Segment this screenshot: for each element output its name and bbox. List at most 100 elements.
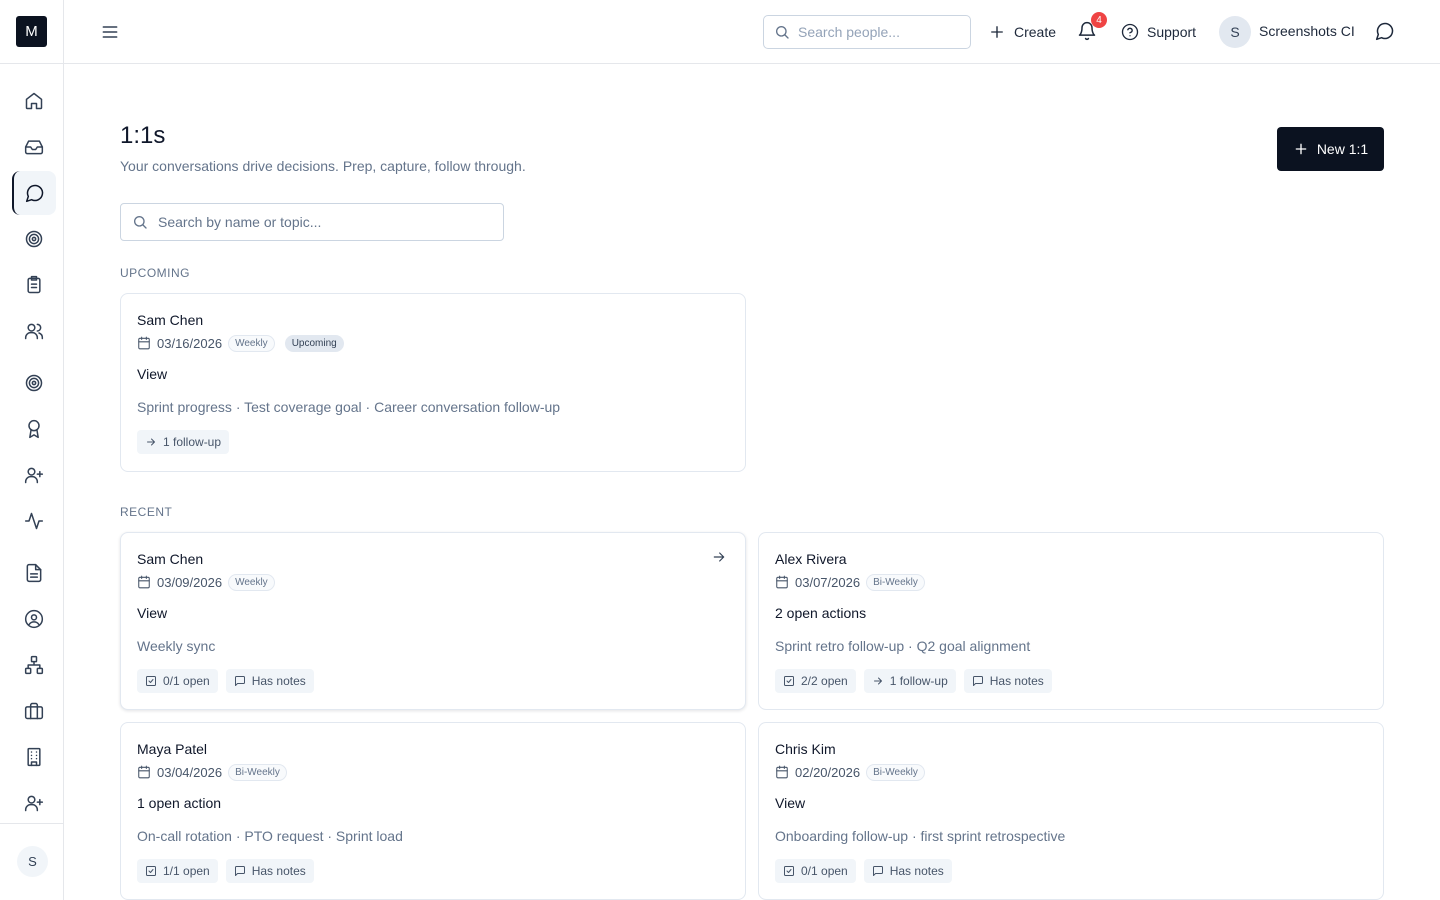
tag-label: 0/1 open	[801, 864, 848, 878]
checkbox-icon	[784, 866, 794, 876]
message-icon	[872, 866, 883, 876]
sidebar-item-roles[interactable]	[12, 689, 56, 733]
meeting-card[interactable]: Sam Chen 03/16/2026 Weekly Upcoming View…	[120, 293, 746, 472]
meeting-card[interactable]: Maya Patel 03/04/2026 Bi-Weekly 1 open a…	[120, 722, 746, 900]
user-add-icon	[24, 795, 44, 812]
search-icon	[776, 26, 789, 39]
chat-bubble-icon	[25, 184, 44, 203]
sidebar-item-one-on-ones[interactable]	[12, 171, 56, 215]
sidebar: M S	[0, 0, 64, 900]
sidebar-item-home[interactable]	[12, 79, 56, 123]
tag-label: 1 follow-up	[889, 674, 948, 688]
meeting-date: 02/20/2026	[795, 764, 861, 780]
messages-button[interactable]	[1375, 21, 1397, 43]
tag-label: Has notes	[251, 674, 306, 688]
calendar-icon	[776, 765, 788, 779]
sidebar-item-goals[interactable]	[12, 217, 56, 261]
meeting-headline: View	[775, 795, 806, 811]
sidebar-divider	[0, 823, 63, 824]
sidebar-item-hiring[interactable]	[12, 453, 56, 497]
checkbox-icon	[146, 866, 156, 876]
meeting-date: 03/04/2026	[157, 764, 223, 780]
message-icon	[972, 676, 983, 686]
sidebar-item-org-chart[interactable]	[12, 643, 56, 687]
notes-tag: Has notes	[963, 669, 1052, 693]
meeting-search-input[interactable]	[158, 214, 478, 230]
meeting-headline: View	[137, 366, 168, 382]
meeting-date: 03/16/2026	[157, 335, 223, 351]
meeting-date: 03/09/2026	[157, 574, 223, 590]
meeting-search[interactable]	[120, 203, 504, 241]
arrow-right-icon	[713, 552, 725, 562]
cadence-badge: Bi-Weekly	[866, 573, 925, 591]
recent-section-label: RECENT	[120, 505, 173, 519]
meeting-person-name: Chris Kim	[775, 741, 836, 757]
meeting-person-name: Alex Rivera	[775, 551, 847, 567]
create-button[interactable]: Create	[988, 20, 1056, 44]
meeting-topics: Onboarding follow-up · first sprint retr…	[775, 828, 1066, 844]
people-search-input[interactable]	[798, 24, 958, 40]
open-meeting-button[interactable]	[711, 549, 729, 567]
building-icon	[27, 747, 41, 767]
notification-count-badge: 4	[1091, 12, 1107, 28]
meeting-person-name: Maya Patel	[137, 741, 208, 757]
tag-label: Has notes	[889, 864, 944, 878]
arrow-right-icon	[873, 677, 882, 685]
sidebar-item-company[interactable]	[12, 735, 56, 779]
sidebar-item-documents[interactable]	[12, 551, 56, 595]
tag-label: 0/1 open	[163, 674, 210, 688]
activity-icon	[24, 512, 44, 530]
new-one-on-one-button[interactable]: New 1:1	[1277, 127, 1384, 171]
clipboard-checklist-icon	[27, 275, 41, 294]
checkbox-icon	[146, 676, 156, 686]
user-circle-icon	[24, 609, 44, 629]
sidebar-item-invite[interactable]	[12, 781, 56, 825]
menu-toggle-button[interactable]	[98, 20, 122, 44]
notes-tag: Has notes	[225, 859, 314, 883]
message-icon	[234, 866, 245, 876]
open-actions-tag: 1/1 open	[137, 859, 218, 883]
meeting-card[interactable]: Sam Chen 03/09/2026 Weekly View Weekly s…	[120, 532, 746, 710]
meeting-meta: 03/07/2026 Bi-Weekly	[775, 573, 925, 591]
sidebar-user-avatar[interactable]: S	[17, 846, 48, 877]
support-button[interactable]: Support	[1121, 20, 1196, 44]
sidebar-item-reviews[interactable]	[12, 263, 56, 307]
top-header: Create 4 Support S Screenshots CI	[64, 0, 1440, 64]
inbox-icon	[24, 140, 44, 155]
checkbox-icon	[784, 676, 794, 686]
tag-label: 1/1 open	[163, 864, 210, 878]
sidebar-item-recognition[interactable]	[12, 407, 56, 451]
sidebar-item-activity[interactable]	[12, 499, 56, 543]
sidebar-item-profile[interactable]	[12, 597, 56, 641]
create-label: Create	[1014, 24, 1057, 40]
tag-label: Has notes	[989, 674, 1044, 688]
page-title: 1:1s	[120, 122, 166, 149]
sidebar-item-inbox[interactable]	[12, 125, 56, 169]
users-icon	[24, 323, 44, 340]
award-icon	[28, 419, 40, 439]
status-badge: Upcoming	[284, 334, 344, 352]
meeting-headline: View	[137, 605, 168, 621]
sidebar-item-objectives[interactable]	[12, 361, 56, 405]
home-icon	[25, 92, 43, 110]
meeting-meta: 03/16/2026 Weekly Upcoming	[137, 334, 344, 352]
user-name[interactable]: Screenshots CI	[1259, 23, 1355, 39]
help-circle-icon	[1121, 23, 1139, 41]
plus-icon	[1295, 143, 1307, 155]
message-circle-icon	[1375, 22, 1394, 41]
calendar-icon	[138, 575, 150, 589]
meeting-card[interactable]: Chris Kim 02/20/2026 Bi-Weekly View Onbo…	[758, 722, 1384, 900]
meeting-tags: 1 follow-up	[137, 430, 237, 454]
message-icon	[234, 676, 245, 686]
page-subtitle: Your conversations drive decisions. Prep…	[120, 158, 526, 174]
meeting-topics: On-call rotation · PTO request · Sprint …	[137, 828, 403, 844]
meeting-card[interactable]: Alex Rivera 03/07/2026 Bi-Weekly 2 open …	[758, 532, 1384, 710]
meeting-meta: 03/04/2026 Bi-Weekly	[137, 763, 287, 781]
people-search[interactable]	[763, 15, 971, 49]
sidebar-item-team[interactable]	[12, 309, 56, 353]
document-icon	[26, 563, 42, 583]
open-actions-tag: 0/1 open	[137, 669, 218, 693]
notes-tag: Has notes	[225, 669, 314, 693]
app-logo[interactable]: M	[16, 16, 47, 47]
user-avatar[interactable]: S	[1219, 16, 1251, 48]
